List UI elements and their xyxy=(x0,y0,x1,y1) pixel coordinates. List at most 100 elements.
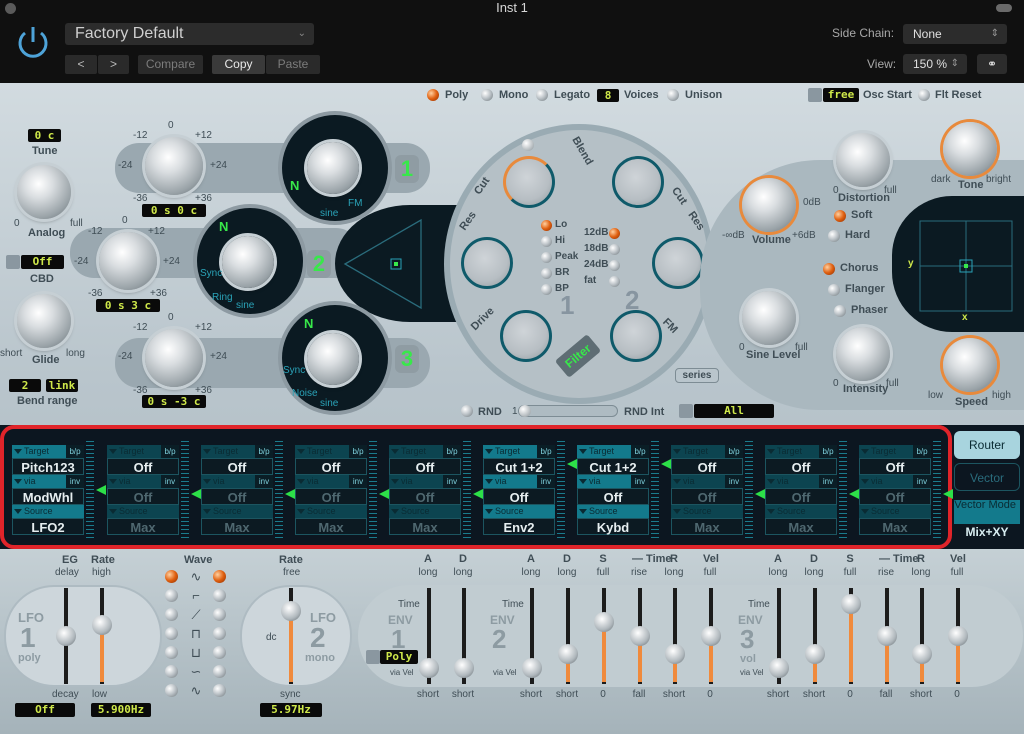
target-bp_label-toggle[interactable]: b/p xyxy=(349,445,367,458)
target-header[interactable]: Target b/p xyxy=(12,445,84,458)
via-header[interactable]: via inv xyxy=(577,475,649,488)
env2-slider-vel[interactable] xyxy=(701,626,721,646)
lfo1-wave-led[interactable] xyxy=(165,646,178,659)
target-header[interactable]: Target b/p xyxy=(671,445,743,458)
target-value[interactable]: Off xyxy=(671,458,743,475)
filter1-type-led[interactable] xyxy=(541,236,552,247)
mod-amount-arrow-icon[interactable] xyxy=(473,489,483,499)
glide-knob[interactable] xyxy=(17,294,71,348)
rnd-int-thumb[interactable] xyxy=(519,405,531,417)
mod-amount-arrow-icon[interactable] xyxy=(191,489,201,499)
osc-mix-pad[interactable] xyxy=(335,205,460,322)
env3-slider-time[interactable] xyxy=(877,626,897,646)
target-bp_label-toggle[interactable]: b/p xyxy=(255,445,273,458)
flt-reset-led[interactable] xyxy=(918,89,930,101)
target-header[interactable]: Target b/p xyxy=(389,445,461,458)
source-value[interactable]: Max xyxy=(859,518,931,535)
filter2-slope-led[interactable] xyxy=(609,244,620,255)
osc-start-dropdown-arrow[interactable] xyxy=(808,88,822,102)
cbd-display[interactable]: Off xyxy=(21,255,64,269)
source-value[interactable]: Max xyxy=(107,518,179,535)
mono-led[interactable] xyxy=(481,89,493,101)
osc3-pitch-knob[interactable] xyxy=(145,329,203,387)
env2-slider-s[interactable] xyxy=(594,611,614,632)
lfo1-wave-led[interactable] xyxy=(165,589,178,602)
osc1-number-button[interactable]: 1 xyxy=(395,155,419,183)
mod-amount-slider[interactable] xyxy=(86,441,94,541)
filter1-drive-knob[interactable] xyxy=(500,310,552,362)
via-inv_label-toggle[interactable]: inv xyxy=(66,475,84,488)
vector-tab-button[interactable]: Vector xyxy=(954,463,1020,491)
dist-hard-led[interactable] xyxy=(828,230,840,242)
window-toggle-pill[interactable] xyxy=(996,4,1012,12)
env2-slider-r[interactable] xyxy=(665,644,685,664)
paste-button[interactable]: Paste xyxy=(266,55,320,74)
target-value[interactable]: Off xyxy=(389,458,461,475)
target-value[interactable]: Off xyxy=(765,458,837,475)
lfo2-wave-led[interactable] xyxy=(213,608,226,621)
source-header[interactable]: Source xyxy=(577,505,649,518)
filter1-type-led[interactable] xyxy=(541,268,552,279)
prev-preset-button[interactable]: < xyxy=(65,55,97,74)
mod-amount-arrow-icon[interactable] xyxy=(755,489,765,499)
source-header[interactable]: Source xyxy=(295,505,367,518)
vector-mode-dropdown[interactable]: Vector Mode xyxy=(954,500,1020,524)
mod-amount-arrow-icon[interactable] xyxy=(285,489,295,499)
target-value[interactable]: Off xyxy=(859,458,931,475)
mod-amount-slider[interactable] xyxy=(933,441,941,541)
mod-amount-arrow-icon[interactable] xyxy=(96,485,106,495)
via-inv_label-toggle[interactable]: inv xyxy=(443,475,461,488)
source-header[interactable]: Source xyxy=(389,505,461,518)
lfo2-rate-display[interactable]: 5.97Hz xyxy=(260,703,322,717)
source-value[interactable]: Max xyxy=(765,518,837,535)
lfo2-wave-led[interactable] xyxy=(213,589,226,602)
mod-amount-slider[interactable] xyxy=(651,441,659,541)
source-value[interactable]: Max xyxy=(671,518,743,535)
env3-slider-r[interactable] xyxy=(912,644,932,664)
sine-level-knob[interactable] xyxy=(742,291,796,345)
lfo2-wave-led[interactable] xyxy=(213,646,226,659)
via-inv_label-toggle[interactable]: inv xyxy=(537,475,555,488)
via-header[interactable]: via inv xyxy=(107,475,179,488)
target-header[interactable]: Target b/p xyxy=(295,445,367,458)
target-value[interactable]: Off xyxy=(201,458,273,475)
tone-knob[interactable] xyxy=(943,122,997,176)
via-header[interactable]: via inv xyxy=(859,475,931,488)
power-icon[interactable] xyxy=(16,24,50,60)
lfo1-wave-led[interactable] xyxy=(165,627,178,640)
env1-mode-dropdown-arrow[interactable] xyxy=(366,650,380,664)
distortion-knob[interactable] xyxy=(836,133,890,187)
target-bp_label-toggle[interactable]: b/p xyxy=(913,445,931,458)
effects-xy-pad[interactable]: y x xyxy=(892,196,1024,332)
copy-button[interactable]: Copy xyxy=(212,55,265,74)
filter1-type-led[interactable] xyxy=(541,220,552,231)
via-value[interactable]: Off xyxy=(295,488,367,505)
filter2-slope-led[interactable] xyxy=(609,228,620,239)
via-header[interactable]: via inv xyxy=(765,475,837,488)
env3-slider-vel[interactable] xyxy=(948,626,968,646)
chorus-led[interactable] xyxy=(823,263,835,275)
via-inv_label-toggle[interactable]: inv xyxy=(631,475,649,488)
env2-slider-time[interactable] xyxy=(630,626,650,646)
osc3-number-button[interactable]: 3 xyxy=(395,345,419,373)
osc3-tune-display[interactable]: 0 s -3 c xyxy=(142,395,206,408)
mod-amount-arrow-icon[interactable] xyxy=(567,459,577,469)
via-inv_label-toggle[interactable]: inv xyxy=(255,475,273,488)
target-header[interactable]: Target b/p xyxy=(107,445,179,458)
source-value[interactable]: Max xyxy=(295,518,367,535)
target-bp_label-toggle[interactable]: b/p xyxy=(725,445,743,458)
via-value[interactable]: ModWhl xyxy=(12,488,84,505)
via-header[interactable]: via inv xyxy=(12,475,84,488)
target-value[interactable]: Cut 1+2 xyxy=(483,458,555,475)
filter1-type-led[interactable] xyxy=(541,252,552,263)
source-value[interactable]: Max xyxy=(389,518,461,535)
rnd-int-slider[interactable] xyxy=(518,405,618,417)
via-header[interactable]: via inv xyxy=(389,475,461,488)
target-header[interactable]: Target b/p xyxy=(577,445,649,458)
compare-button[interactable]: Compare xyxy=(138,55,203,74)
via-header[interactable]: via inv xyxy=(201,475,273,488)
filter2-slope-led[interactable] xyxy=(609,260,620,271)
mod-amount-arrow-icon[interactable] xyxy=(943,489,953,499)
mod-amount-slider[interactable] xyxy=(557,441,565,541)
target-bp_label-toggle[interactable]: b/p xyxy=(66,445,84,458)
